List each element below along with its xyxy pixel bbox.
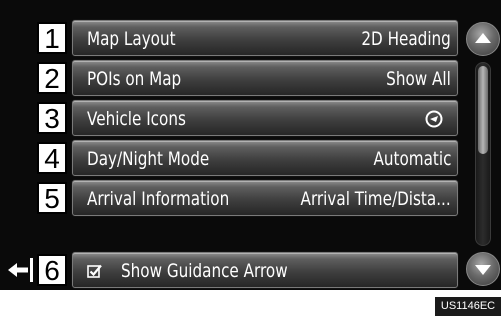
triangle-up-icon	[475, 33, 491, 43]
day-night-mode-button[interactable]: Day/Night Mode Automatic	[72, 140, 458, 176]
map-layout-button[interactable]: Map Layout 2D Heading	[72, 20, 458, 56]
menu-row: 4 Day/Night Mode Automatic	[0, 138, 466, 178]
scrollbar-thumb[interactable]	[478, 66, 488, 154]
callout-number: 3	[37, 102, 67, 134]
vehicle-icon	[425, 110, 443, 128]
triangle-down-icon	[475, 265, 491, 275]
menu-row: 3 Vehicle Icons	[0, 98, 466, 138]
callout-number: 4	[37, 142, 67, 174]
item-label: Arrival Information	[87, 188, 230, 210]
item-value: Automatic	[373, 148, 451, 170]
callout-number: 5	[37, 182, 67, 214]
scroll-up-button[interactable]	[466, 22, 500, 56]
item-value: Show All	[386, 68, 451, 90]
item-value: 2D Heading	[361, 28, 451, 50]
callout-number: 6	[37, 254, 67, 286]
item-label: Show Guidance Arrow	[121, 260, 288, 282]
menu-row: 5 Arrival Information Arrival Time/Dista…	[0, 178, 466, 218]
show-guidance-arrow-toggle[interactable]: Show Guidance Arrow	[72, 252, 458, 288]
menu-row: 6 Show Guidance Arrow	[0, 250, 466, 290]
callout-number: 1	[37, 22, 67, 54]
pois-on-map-button[interactable]: POIs on Map Show All	[72, 60, 458, 96]
callout-number: 2	[37, 62, 67, 94]
settings-screen: 1 Map Layout 2D Heading 2 POIs on Map Sh…	[0, 0, 501, 290]
item-label: POIs on Map	[87, 68, 182, 90]
item-label: Day/Night Mode	[87, 148, 210, 170]
vehicle-icons-button[interactable]: Vehicle Icons	[72, 100, 458, 136]
item-label: Vehicle Icons	[87, 108, 186, 130]
arrival-information-button[interactable]: Arrival Information Arrival Time/Dista..…	[72, 180, 458, 216]
item-label: Map Layout	[87, 28, 176, 50]
menu-row: 2 POIs on Map Show All	[0, 58, 466, 98]
scroll-down-button[interactable]	[466, 252, 500, 286]
item-value: Arrival Time/Dista...	[300, 188, 451, 210]
figure-code: US1146EC	[435, 297, 501, 316]
back-arrow-icon[interactable]	[4, 254, 36, 286]
checkbox-checked-icon	[87, 264, 102, 278]
menu-row: 1 Map Layout 2D Heading	[0, 18, 466, 58]
